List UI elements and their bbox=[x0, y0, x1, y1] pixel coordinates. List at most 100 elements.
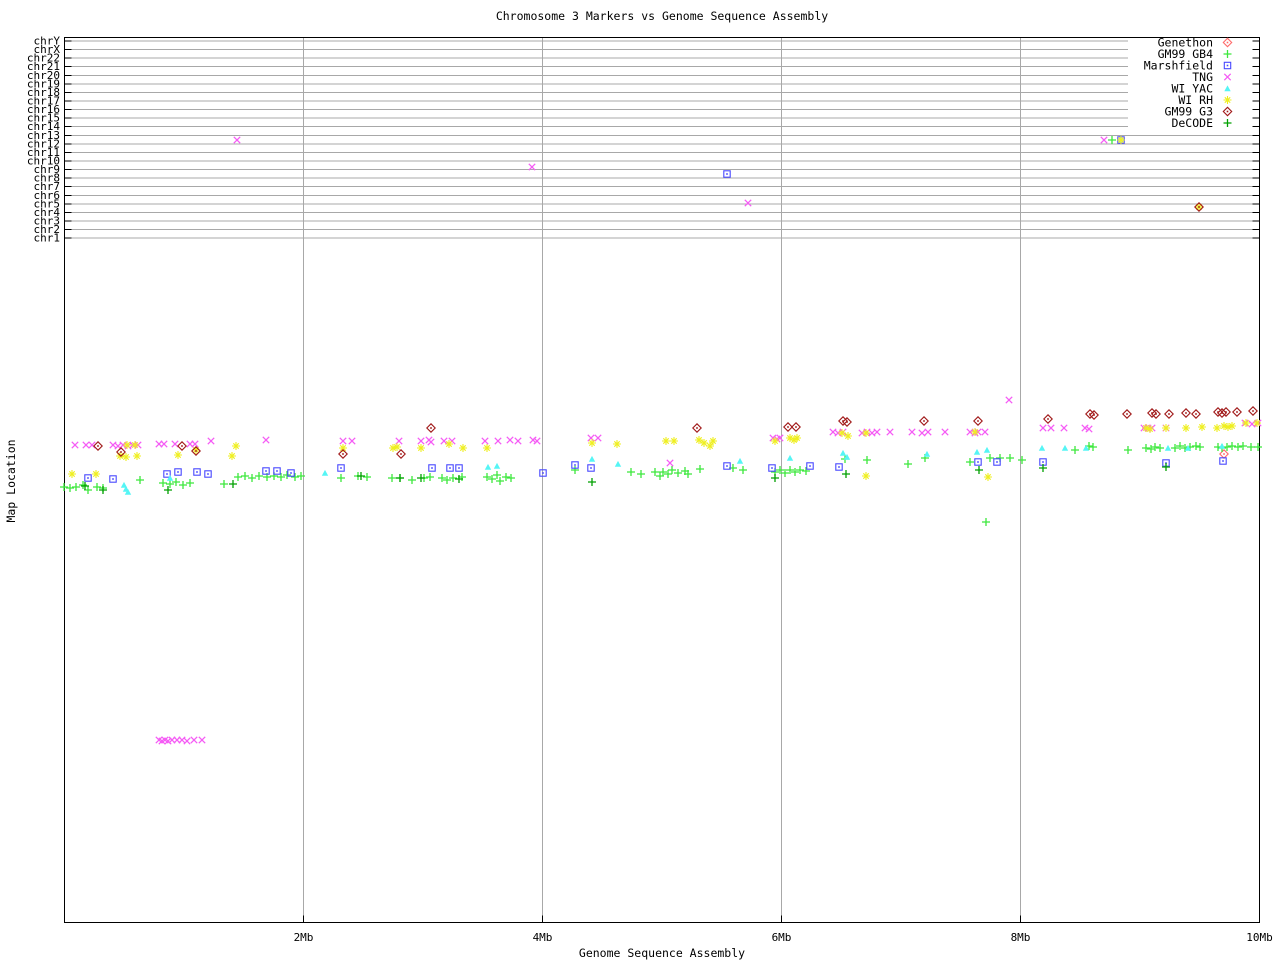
data-point bbox=[1164, 409, 1174, 419]
data-point bbox=[1195, 442, 1205, 452]
data-point bbox=[587, 477, 597, 487]
data-point bbox=[254, 471, 264, 481]
data-point bbox=[786, 454, 794, 461]
data-point bbox=[973, 416, 983, 426]
data-point bbox=[1141, 443, 1151, 453]
data-point bbox=[417, 437, 425, 445]
data-point bbox=[1146, 444, 1156, 454]
legend-label: DeCODE bbox=[1171, 116, 1213, 130]
series-wi-rh bbox=[67, 135, 1262, 482]
series-marshfield bbox=[84, 136, 1227, 483]
x-tick-label: 2Mb bbox=[294, 931, 314, 944]
data-point bbox=[171, 440, 179, 448]
data-point bbox=[362, 472, 372, 482]
data-point bbox=[135, 475, 145, 485]
data-point bbox=[426, 423, 436, 433]
data-point bbox=[233, 136, 241, 144]
data-point bbox=[661, 436, 671, 446]
data-point bbox=[663, 469, 673, 479]
data-point bbox=[873, 428, 881, 436]
data-point bbox=[981, 517, 991, 527]
data-point bbox=[262, 436, 270, 444]
x-tick-label: 4Mb bbox=[533, 931, 553, 944]
data-point bbox=[1232, 407, 1242, 417]
data-point bbox=[1047, 424, 1055, 432]
data-point bbox=[262, 467, 270, 475]
data-point bbox=[1175, 441, 1185, 451]
data-point bbox=[163, 485, 173, 495]
y-axis-label: Map Location bbox=[4, 439, 18, 523]
data-point bbox=[862, 455, 872, 465]
data-point bbox=[93, 441, 103, 451]
data-point bbox=[795, 465, 805, 475]
data-point bbox=[219, 479, 229, 489]
data-point bbox=[458, 443, 468, 453]
data-point bbox=[985, 453, 995, 463]
data-point bbox=[993, 458, 1001, 466]
data-point bbox=[669, 436, 679, 446]
data-point bbox=[614, 460, 622, 467]
data-point bbox=[165, 479, 175, 489]
data-point bbox=[163, 470, 171, 478]
series-gm99-g3 bbox=[93, 202, 1258, 459]
data-point bbox=[185, 478, 195, 488]
data-point bbox=[1241, 418, 1251, 428]
data-point bbox=[1238, 441, 1248, 451]
data-point bbox=[387, 473, 397, 483]
data-point bbox=[482, 472, 492, 482]
data-point bbox=[448, 473, 458, 483]
data-point bbox=[339, 437, 347, 445]
data-point bbox=[231, 441, 241, 451]
data-point bbox=[801, 466, 811, 476]
data-point bbox=[768, 464, 776, 472]
data-point bbox=[1085, 409, 1095, 419]
data-point bbox=[493, 462, 501, 469]
data-point bbox=[1039, 424, 1047, 432]
data-point bbox=[919, 416, 929, 426]
data-point bbox=[442, 475, 452, 485]
data-point bbox=[1191, 409, 1201, 419]
data-point bbox=[1100, 136, 1108, 144]
data-point bbox=[973, 448, 981, 455]
data-point bbox=[227, 451, 237, 461]
data-point bbox=[965, 457, 975, 467]
plot-border bbox=[64, 37, 1260, 923]
data-point bbox=[71, 441, 79, 449]
data-point bbox=[425, 472, 435, 482]
data-point bbox=[1227, 441, 1237, 451]
data-point bbox=[166, 474, 174, 481]
chart-page: chrY chrX chr22 chr21 chr20 chr19 chr18 chr17 ch… bbox=[0, 0, 1280, 960]
data-point bbox=[841, 469, 851, 479]
data-point bbox=[1147, 408, 1157, 418]
data-point bbox=[924, 428, 932, 436]
data-point bbox=[514, 437, 522, 445]
data-point bbox=[1233, 442, 1243, 452]
data-point bbox=[1164, 444, 1172, 451]
data-point bbox=[1089, 410, 1099, 420]
data-point bbox=[337, 464, 345, 472]
data-point bbox=[1219, 457, 1227, 465]
data-point bbox=[861, 471, 871, 481]
data-point bbox=[835, 463, 843, 471]
data-point bbox=[65, 483, 75, 493]
data-point bbox=[723, 170, 731, 178]
data-point bbox=[923, 450, 931, 457]
data-point bbox=[207, 437, 215, 445]
data-point bbox=[692, 423, 702, 433]
data-point bbox=[501, 472, 511, 482]
data-point bbox=[626, 467, 636, 477]
data-point bbox=[428, 464, 436, 472]
data-point bbox=[587, 434, 595, 442]
scatter-plot: chrYchrXchr22chr21chr20chr19chr18chr17ch… bbox=[27, 35, 1273, 945]
data-point bbox=[198, 736, 206, 744]
data-point bbox=[908, 428, 916, 436]
data-point bbox=[282, 470, 292, 480]
data-point bbox=[130, 440, 140, 450]
data-point bbox=[1150, 442, 1160, 452]
series-wi-yac bbox=[120, 442, 1226, 495]
data-point bbox=[1212, 423, 1222, 433]
data-point bbox=[650, 467, 660, 477]
data-point bbox=[290, 472, 300, 482]
data-point bbox=[636, 469, 646, 479]
data-point bbox=[273, 467, 281, 475]
